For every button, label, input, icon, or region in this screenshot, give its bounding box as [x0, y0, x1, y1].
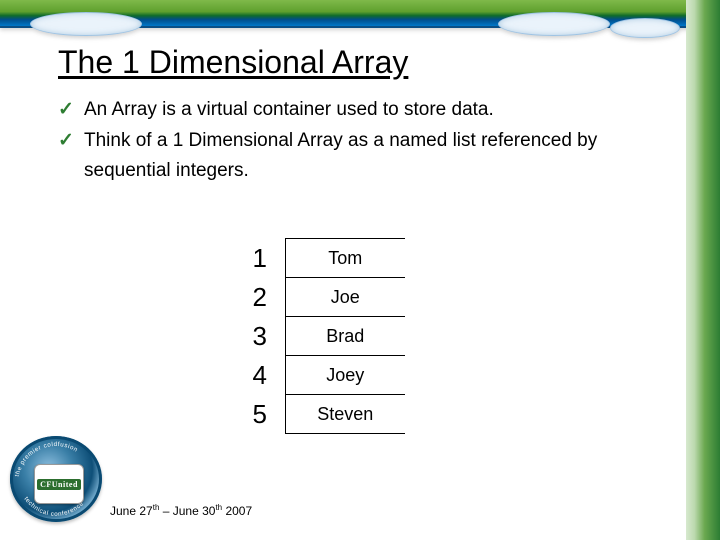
cloud-decoration [610, 18, 680, 38]
table-row: 3 Brad [245, 317, 405, 356]
array-value: Brad [285, 317, 405, 356]
slide-content: The 1 Dimensional Array ✓ An Array is a … [58, 44, 660, 187]
footer-month-from: June [110, 504, 139, 518]
array-index: 1 [245, 239, 285, 278]
logo-inner-text: CFUnited [37, 479, 81, 490]
array-index: 4 [245, 356, 285, 395]
table-row: 1 Tom [245, 239, 405, 278]
array-index: 3 [245, 317, 285, 356]
conference-logo: the premier coldfusion technical confere… [10, 436, 102, 522]
footer-from-day: 27 [139, 504, 152, 518]
slide-title: The 1 Dimensional Array [58, 44, 660, 81]
array-index: 5 [245, 395, 285, 434]
bullet-item: ✓ An Array is a virtual container used t… [58, 95, 660, 124]
array-value: Joe [285, 278, 405, 317]
array-illustration: 1 Tom 2 Joe 3 Brad 4 Joey 5 Steven [245, 238, 405, 434]
footer-year: 2007 [222, 504, 252, 518]
bullet-list: ✓ An Array is a virtual container used t… [58, 95, 660, 185]
bullet-text: An Array is a virtual container used to … [84, 99, 494, 120]
right-accent-strip [686, 0, 720, 540]
check-icon: ✓ [58, 126, 74, 155]
array-table: 1 Tom 2 Joe 3 Brad 4 Joey 5 Steven [245, 238, 405, 434]
logo-inner-plate: CFUnited [34, 464, 84, 504]
footer-date: June 27th – June 30th 2007 [110, 503, 252, 518]
check-icon: ✓ [58, 95, 74, 124]
array-value: Tom [285, 239, 405, 278]
header-banner [0, 0, 720, 28]
array-value: Joey [285, 356, 405, 395]
bullet-item: ✓ Think of a 1 Dimensional Array as a na… [58, 126, 660, 185]
table-row: 2 Joe [245, 278, 405, 317]
footer-to-day: 30 [202, 504, 215, 518]
array-value: Steven [285, 395, 405, 434]
table-row: 4 Joey [245, 356, 405, 395]
footer-sep: – [159, 504, 172, 518]
array-index: 2 [245, 278, 285, 317]
bullet-text: Think of a 1 Dimensional Array as a name… [84, 130, 597, 180]
table-row: 5 Steven [245, 395, 405, 434]
footer-month-to: June [173, 504, 202, 518]
